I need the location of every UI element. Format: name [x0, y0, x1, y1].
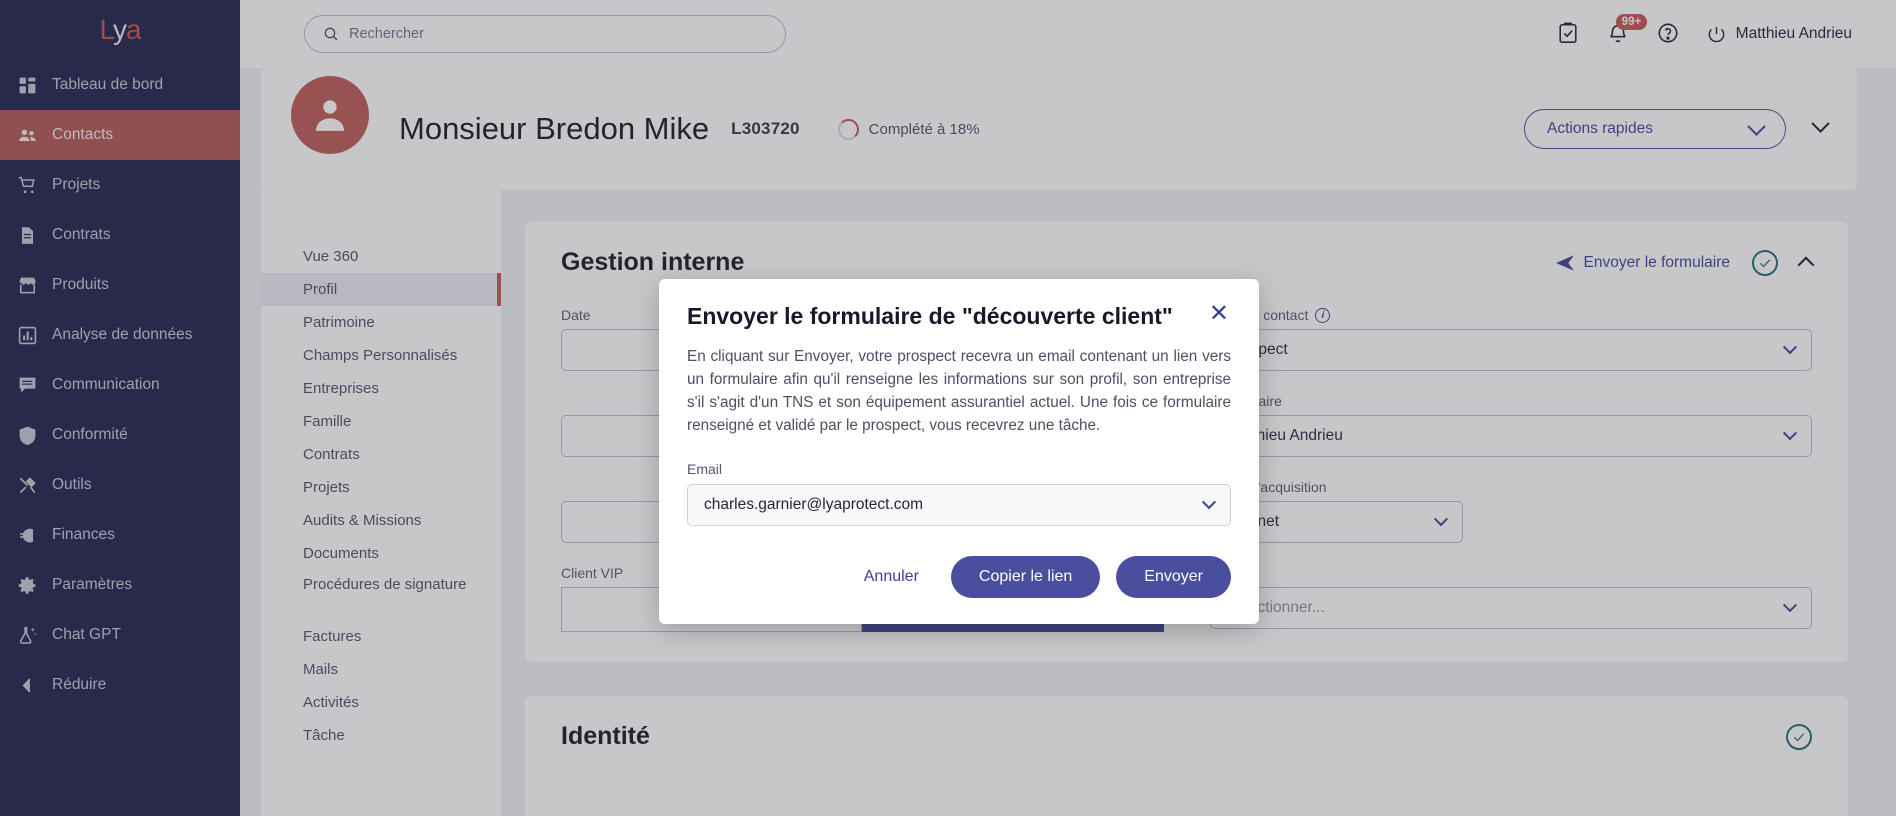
cancel-button[interactable]: Annuler [848, 558, 935, 596]
modal-header: Envoyer le formulaire de "découverte cli… [687, 302, 1231, 331]
send-form-modal: Envoyer le formulaire de "découverte cli… [659, 279, 1259, 624]
modal-actions: Annuler Copier le lien Envoyer [687, 555, 1231, 598]
email-select[interactable]: charles.garnier@lyaprotect.com [687, 483, 1231, 526]
copy-link-button[interactable]: Copier le lien [950, 555, 1101, 598]
email-value: charles.garnier@lyaprotect.com [704, 495, 924, 513]
send-button[interactable]: Envoyer [1116, 555, 1231, 598]
close-icon[interactable]: ✕ [1207, 302, 1231, 326]
modal-title: Envoyer le formulaire de "découverte cli… [687, 303, 1173, 329]
modal-description: En cliquant sur Envoyer, votre prospect … [687, 347, 1231, 434]
email-field-label: Email [687, 460, 723, 477]
chevron-down-icon [1201, 494, 1217, 509]
app-root: Lya Tableau de bord Contacts Projets Con… [0, 0, 1896, 816]
